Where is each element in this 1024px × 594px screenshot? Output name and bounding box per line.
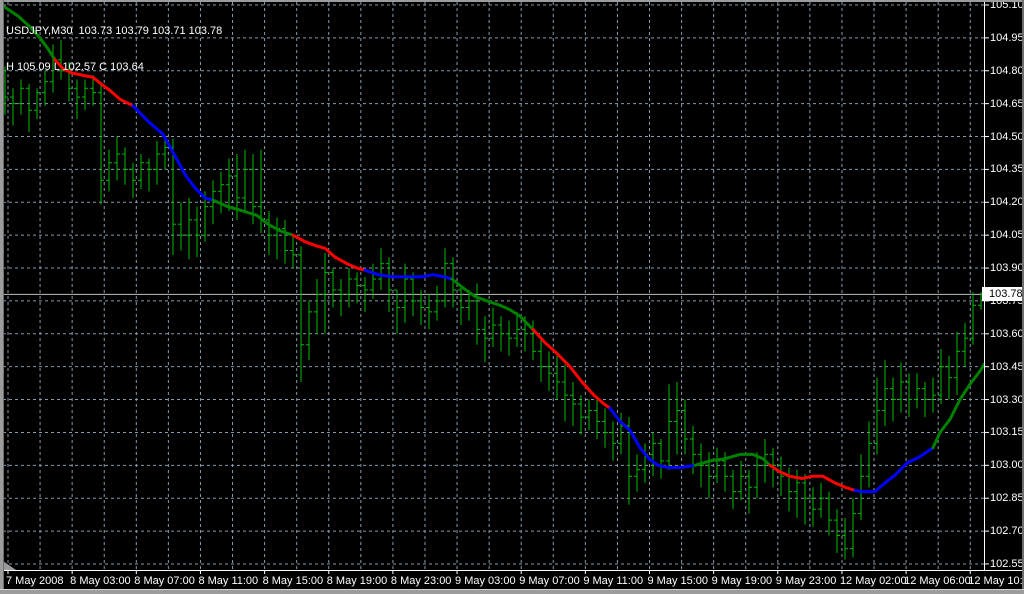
- current-price-label: 103.78: [982, 287, 1024, 301]
- time-tick-label: 7 May 2008: [6, 575, 64, 587]
- moving-average-segment: [693, 452, 772, 467]
- chart-title-hlc-line: H 105.09 L 102.57 C 103.64: [6, 61, 144, 73]
- price-tick-label: 104.95: [990, 31, 1024, 44]
- price-tick-label: 104.80: [990, 64, 1024, 77]
- time-tick-label: 8 May 03:00: [70, 575, 131, 587]
- price-tick-label: 102.85: [990, 492, 1024, 505]
- price-tick-label: 104.20: [990, 196, 1024, 209]
- price-bars: [2, 40, 984, 560]
- window-border-bottom: [0, 589, 1024, 594]
- moving-average-segment: [291, 233, 367, 272]
- time-tick-label: 12 May 10:00: [968, 575, 1024, 587]
- time-tick-label: 8 May 19:00: [326, 575, 388, 587]
- time-tick-label: 8 May 23:00: [390, 575, 452, 587]
- time-tick-label: 9 May 03:00: [455, 575, 516, 587]
- price-tick-label: 103.45: [990, 360, 1024, 373]
- time-tick-label: 9 May 07:00: [519, 575, 580, 587]
- window-border-left: [0, 0, 4, 594]
- chart-title: USDJPY,M30 103.73 103.79 103.71 103.78 H…: [6, 1, 222, 97]
- time-tick-label: 8 May 07:00: [134, 575, 195, 587]
- price-tick-label: 104.05: [990, 229, 1024, 242]
- price-tick-label: 103.00: [990, 459, 1024, 472]
- price-tick-label: 104.65: [990, 97, 1024, 110]
- time-tick-label: 9 May 23:00: [775, 575, 837, 587]
- price-tick-label: 103.30: [990, 393, 1024, 406]
- time-tick-label: 9 May 15:00: [647, 575, 709, 587]
- moving-average-segment: [363, 268, 454, 281]
- time-tick-label: 8 May 11:00: [198, 575, 259, 587]
- time-tick-label: 9 May 19:00: [711, 575, 773, 587]
- price-tick-label: 103.15: [990, 426, 1024, 439]
- time-tick-label: 12 May 06:00: [904, 575, 971, 587]
- time-tick-label: 9 May 11:00: [583, 575, 644, 587]
- chart-window: USDJPY,M30 103.73 103.79 103.71 103.78 H…: [0, 0, 1024, 594]
- time-tick-label: 12 May 02:00: [839, 575, 907, 587]
- price-tick-label: 103.60: [990, 327, 1024, 340]
- moving-average-segment: [853, 446, 935, 494]
- chart-title-ohlc-line: USDJPY,M30 103.73 103.79 103.71 103.78: [6, 25, 223, 37]
- price-tick-label: 104.50: [990, 130, 1024, 143]
- price-tick-label: 102.55: [990, 557, 1024, 570]
- price-tick-label: 102.70: [990, 525, 1024, 538]
- moving-average-segment: [531, 327, 612, 410]
- chart-shift-triangle-icon: [3, 561, 16, 570]
- window-border-top: [0, 0, 1024, 2]
- price-tick-label: 104.35: [990, 163, 1024, 176]
- time-tick-label: 8 May 15:00: [262, 575, 324, 587]
- price-tick-label: 103.90: [990, 262, 1024, 275]
